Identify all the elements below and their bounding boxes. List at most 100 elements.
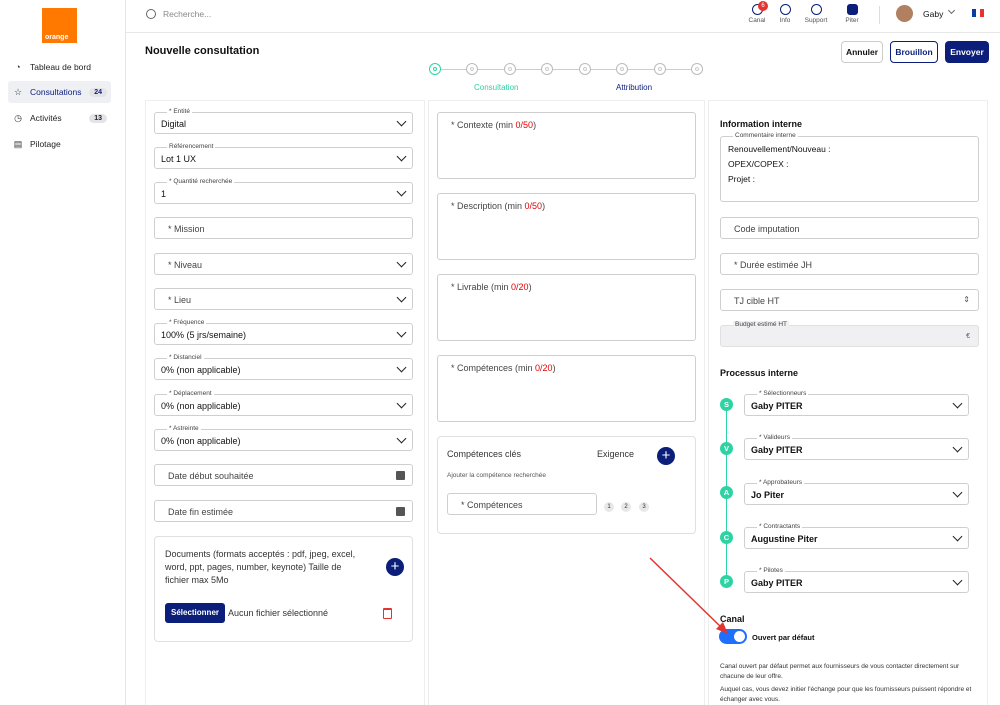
distanciel-select[interactable]: * Distanciel 0% (non applicable) bbox=[154, 354, 413, 380]
chevron-down-icon bbox=[396, 186, 407, 197]
processus-title: Processus interne bbox=[720, 368, 799, 378]
piter-icon bbox=[846, 4, 858, 15]
approbateurs-select[interactable]: * Approbateurs Jo Piter bbox=[744, 479, 969, 505]
step-1[interactable] bbox=[429, 63, 441, 75]
sidebar-item-tableau-de-bord[interactable]: ◔ Tableau de bord bbox=[8, 56, 111, 78]
date-fin-input[interactable]: Date fin estimée bbox=[154, 500, 413, 522]
deplacement-select[interactable]: * Déplacement 0% (non applicable) bbox=[154, 390, 413, 416]
step-6[interactable] bbox=[616, 63, 628, 75]
level-1[interactable]: 1 bbox=[604, 502, 614, 512]
frequence-select[interactable]: * Fréquence 100% (5 jrs/semaine) bbox=[154, 319, 413, 345]
count-badge: 13 bbox=[89, 113, 107, 123]
orange-logo[interactable]: orange bbox=[42, 8, 77, 43]
pilotes-select[interactable]: * Pilotes Gaby PITER bbox=[744, 567, 969, 593]
role-badge: C bbox=[720, 531, 733, 544]
select-file-button[interactable]: Sélectionner bbox=[165, 603, 225, 623]
chevron-down-icon bbox=[952, 442, 963, 453]
canal-description-2: Auquel cas, vous devez initier l'échange… bbox=[720, 686, 972, 703]
step-label-consultation: Consultation bbox=[474, 83, 519, 92]
document-icon: ▤ bbox=[13, 138, 23, 149]
chevron-down-icon bbox=[396, 151, 407, 162]
calendar-icon[interactable] bbox=[396, 471, 405, 480]
step-8[interactable] bbox=[691, 63, 703, 75]
date-debut-input[interactable]: Date début souhaitée bbox=[154, 464, 413, 486]
chevron-down-icon bbox=[396, 362, 407, 373]
send-button[interactable]: Envoyer bbox=[945, 41, 989, 63]
draft-button[interactable]: Brouillon bbox=[890, 41, 938, 63]
star-icon: ☆ bbox=[13, 86, 23, 97]
topbar: Recherche... Canal 6 Info Support Piter … bbox=[126, 0, 1000, 33]
user-name[interactable]: Gaby bbox=[923, 9, 943, 19]
competences-textarea[interactable]: * Compétences (min 0/20) bbox=[437, 355, 696, 422]
divider bbox=[879, 6, 880, 24]
avatar[interactable] bbox=[896, 5, 913, 22]
contractants-select[interactable]: * Contractants Augustine Piter bbox=[744, 523, 969, 549]
chevron-down-icon[interactable] bbox=[947, 6, 956, 15]
page-title: Nouvelle consultation bbox=[145, 45, 260, 57]
chevron-down-icon bbox=[952, 398, 963, 409]
add-document-icon[interactable]: + bbox=[386, 558, 404, 576]
clock-icon: ◷ bbox=[14, 112, 22, 123]
level-3[interactable]: 3 bbox=[639, 502, 649, 512]
count-badge: 24 bbox=[89, 87, 107, 97]
step-3[interactable] bbox=[504, 63, 516, 75]
calendar-icon[interactable] bbox=[396, 507, 405, 516]
trash-icon[interactable] bbox=[383, 608, 392, 619]
chevron-down-icon bbox=[396, 257, 407, 268]
budget-field: Budget estimé HT € bbox=[720, 321, 979, 347]
info-interne-title: Information interne bbox=[720, 119, 803, 129]
valideurs-select[interactable]: * Valideurs Gaby PITER bbox=[744, 434, 969, 460]
step-7[interactable] bbox=[654, 63, 666, 75]
support-button[interactable]: Support bbox=[804, 4, 828, 24]
canal-description-1: Canal ouvert par défaut permet aux fourn… bbox=[720, 663, 960, 680]
competence-input[interactable]: * Compétences bbox=[447, 493, 597, 515]
sidebar-item-pilotage[interactable]: ▤ Pilotage bbox=[8, 133, 111, 155]
documents-panel: Documents (formats acceptés : pdf, jpeg,… bbox=[154, 536, 413, 642]
level-2[interactable]: 2 bbox=[621, 502, 631, 512]
code-imputation-input[interactable]: Code imputation bbox=[720, 217, 979, 239]
search-input[interactable]: Recherche... bbox=[163, 9, 211, 19]
sidebar-item-activites[interactable]: ◷ Activités 13 bbox=[8, 107, 111, 129]
niveau-select[interactable]: * Niveau bbox=[154, 253, 413, 275]
search-icon bbox=[146, 9, 156, 19]
add-competence-icon[interactable]: + bbox=[657, 447, 675, 465]
competences-cles-title: Compétences clés bbox=[447, 449, 522, 459]
step-label-attribution: Attribution bbox=[616, 83, 653, 92]
piter-button[interactable]: Piter bbox=[840, 4, 864, 24]
stepper-icon[interactable]: ⇕ bbox=[963, 295, 970, 304]
chevron-down-icon bbox=[396, 327, 407, 338]
chevron-down-icon bbox=[952, 531, 963, 542]
chevron-down-icon bbox=[396, 116, 407, 127]
chevron-down-icon bbox=[396, 398, 407, 409]
quantite-select[interactable]: * Quantité recherchée 1 bbox=[154, 178, 413, 204]
notification-badge: 6 bbox=[758, 1, 768, 11]
competence-hint: Ajouter la compétence recherchée bbox=[447, 472, 547, 479]
cancel-button[interactable]: Annuler bbox=[841, 41, 883, 63]
step-2[interactable] bbox=[466, 63, 478, 75]
step-4[interactable] bbox=[541, 63, 553, 75]
commentaire-textarea[interactable]: Commentaire interne Renouvellement/Nouve… bbox=[720, 132, 979, 202]
documents-text: Documents (formats acceptés : pdf, jpeg,… bbox=[165, 549, 356, 585]
contexte-textarea[interactable]: * Contexte (min 0/50) bbox=[437, 112, 696, 179]
french-flag-icon[interactable] bbox=[972, 9, 984, 17]
livrable-textarea[interactable]: * Livrable (min 0/20) bbox=[437, 274, 696, 341]
description-textarea[interactable]: * Description (min 0/50) bbox=[437, 193, 696, 260]
selectionneurs-select[interactable]: * Sélectionneurs Gaby PITER bbox=[744, 390, 969, 416]
no-file-text: Aucun fichier sélectionné bbox=[228, 608, 329, 618]
referencement-select[interactable]: Référencement Lot 1 UX bbox=[154, 143, 413, 169]
info-icon bbox=[779, 4, 791, 15]
tj-input[interactable]: TJ cible HT ⇕ bbox=[720, 289, 979, 311]
duree-input[interactable]: * Durée estimée JH bbox=[720, 253, 979, 275]
annotation-arrow bbox=[649, 557, 728, 634]
support-icon bbox=[810, 4, 822, 15]
astreinte-select[interactable]: * Astreinte 0% (non applicable) bbox=[154, 425, 413, 451]
exigence-label: Exigence bbox=[597, 449, 635, 459]
entite-select[interactable]: * Entité Digital bbox=[154, 108, 413, 134]
role-badge: V bbox=[720, 442, 733, 455]
info-button[interactable]: Info bbox=[773, 4, 797, 24]
sidebar-item-consultations[interactable]: ☆ Consultations 24 bbox=[8, 81, 111, 103]
lieu-select[interactable]: * Lieu bbox=[154, 288, 413, 310]
mission-input[interactable]: * Mission bbox=[154, 217, 413, 239]
chevron-down-icon bbox=[396, 292, 407, 303]
step-5[interactable] bbox=[579, 63, 591, 75]
